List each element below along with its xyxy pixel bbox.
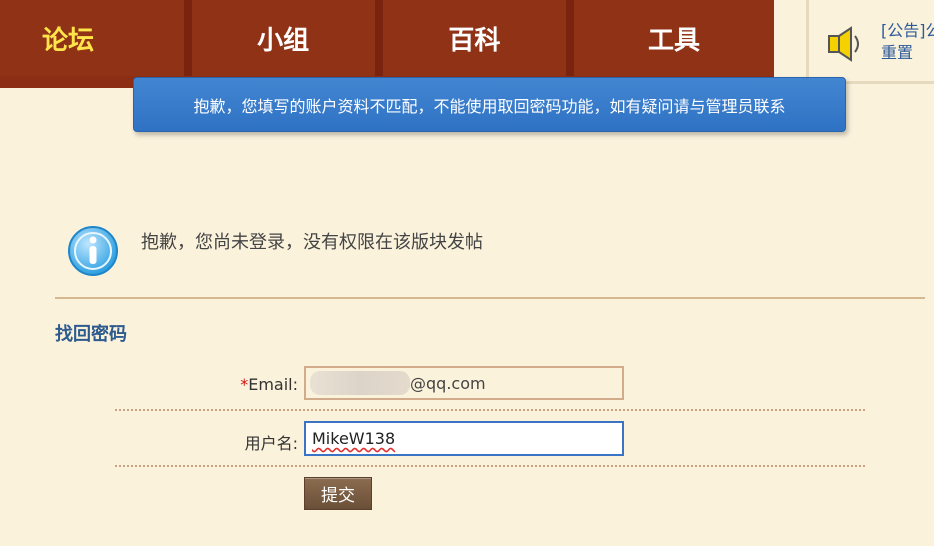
row-separator — [115, 465, 865, 467]
tab-tools[interactable]: 工具 — [573, 0, 774, 76]
email-label: *Email: — [178, 375, 298, 394]
divider — [55, 297, 925, 299]
info-icon — [67, 225, 119, 281]
username-value: MikeW138 — [312, 429, 396, 448]
username-field[interactable]: MikeW138 — [304, 421, 624, 456]
section-title: 找回密码 — [55, 324, 127, 345]
announcement-line-1[interactable]: [公告]公 — [881, 20, 934, 42]
speaker-icon — [827, 26, 865, 66]
top-nav: 论坛 小组 百科 工具 — [0, 0, 774, 88]
row-separator — [115, 409, 865, 411]
announcement-line-2[interactable]: 重置 — [881, 42, 934, 64]
announcement-text[interactable]: [公告]公 重置 — [881, 20, 934, 64]
tooltip-text: 抱歉，您填写的账户资料不匹配，不能使用取回密码功能，如有疑问请与管理员联系 — [193, 96, 786, 116]
announcement-box: [公告]公 重置 — [806, 0, 934, 84]
submit-button[interactable]: 提交 — [304, 477, 372, 510]
email-label-text: Email: — [248, 375, 298, 394]
tab-wiki[interactable]: 百科 — [382, 0, 574, 76]
error-tooltip: 抱歉，您填写的账户资料不匹配，不能使用取回密码功能，如有疑问请与管理员联系 — [133, 77, 846, 132]
email-value: @qq.com — [410, 373, 486, 393]
redacted-email-blur — [310, 371, 410, 395]
tab-forum[interactable]: 论坛 — [0, 0, 192, 76]
username-label: 用户名: — [244, 434, 298, 453]
tab-group[interactable]: 小组 — [191, 0, 383, 76]
notice-text: 抱歉，您尚未登录，没有权限在该版块发帖 — [141, 232, 483, 253]
email-field[interactable]: @qq.com — [304, 366, 624, 400]
